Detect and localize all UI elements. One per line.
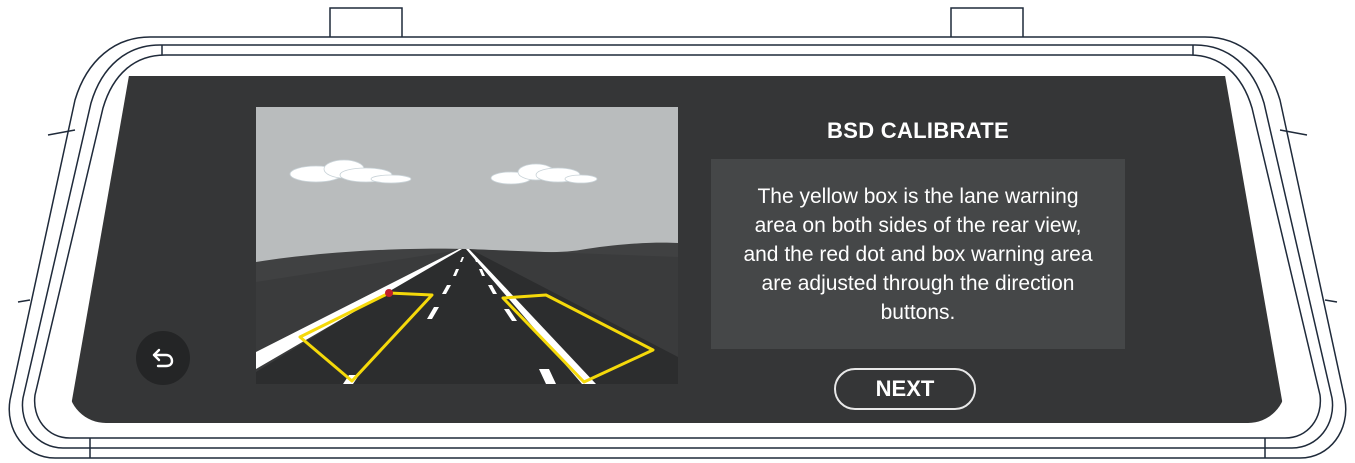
return-arrow-icon [152, 348, 174, 368]
next-button[interactable]: NEXT [834, 368, 976, 410]
instruction-panel: The yellow box is the lane warning area … [711, 159, 1125, 349]
instruction-text: The yellow box is the lane warning area … [743, 184, 1093, 324]
road-illustration [256, 107, 678, 384]
calibration-dot [385, 289, 393, 297]
mount-tab-left [329, 7, 403, 37]
mount-tab-right [950, 7, 1024, 37]
page-title: BSD CALIBRATE [827, 118, 1009, 143]
rear-view-preview [256, 107, 678, 384]
back-button[interactable] [136, 331, 190, 385]
mirror-device: BSD CALIBRATE The yellow box is the lane… [0, 0, 1355, 463]
